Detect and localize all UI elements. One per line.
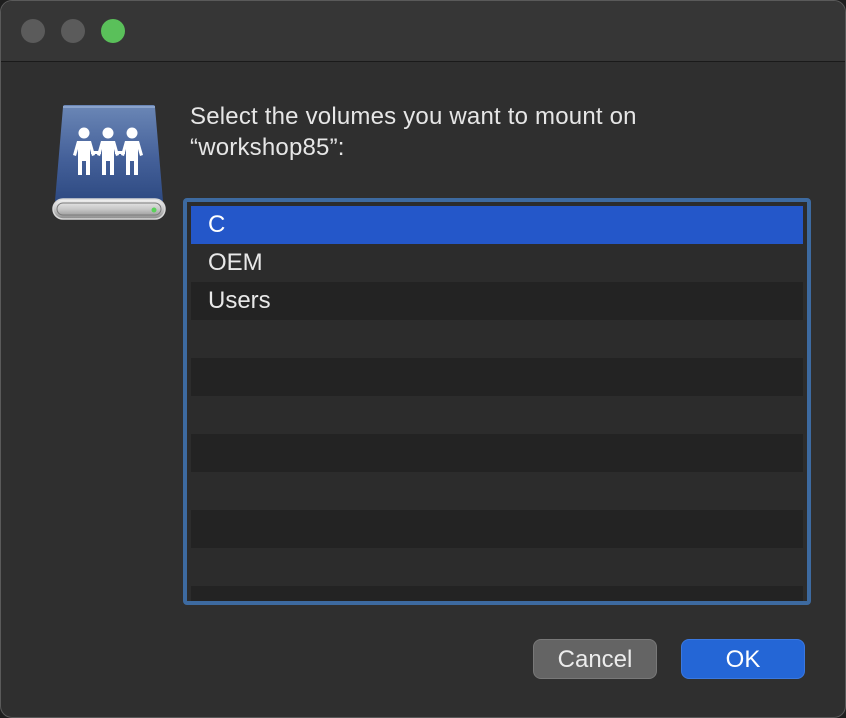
cancel-button[interactable]: Cancel	[533, 639, 657, 679]
empty-list-row	[191, 472, 803, 510]
volume-item-oem[interactable]: OEM	[191, 244, 803, 282]
mount-volumes-dialog: Select the volumes you want to mount on …	[0, 0, 846, 718]
empty-list-row	[191, 510, 803, 548]
volume-list[interactable]: C OEM Users	[183, 198, 811, 605]
empty-list-row	[191, 434, 803, 472]
network-server-drive-icon	[51, 103, 167, 223]
minimize-window-button[interactable]	[61, 19, 85, 43]
zoom-window-button[interactable]	[101, 19, 125, 43]
empty-list-row	[191, 320, 803, 358]
volume-item-c[interactable]: C	[191, 206, 803, 244]
volume-label: C	[208, 211, 226, 238]
prompt-text: Select the volumes you want to mount on …	[190, 103, 637, 161]
empty-list-row	[191, 548, 803, 586]
empty-list-row	[191, 586, 803, 601]
ok-button[interactable]: OK	[681, 639, 805, 679]
volume-item-users[interactable]: Users	[191, 282, 803, 320]
volume-label: OEM	[208, 249, 263, 276]
empty-list-row	[191, 358, 803, 396]
title-bar[interactable]	[1, 1, 845, 62]
empty-list-row	[191, 396, 803, 434]
close-window-button[interactable]	[21, 19, 45, 43]
volume-label: Users	[208, 287, 271, 314]
